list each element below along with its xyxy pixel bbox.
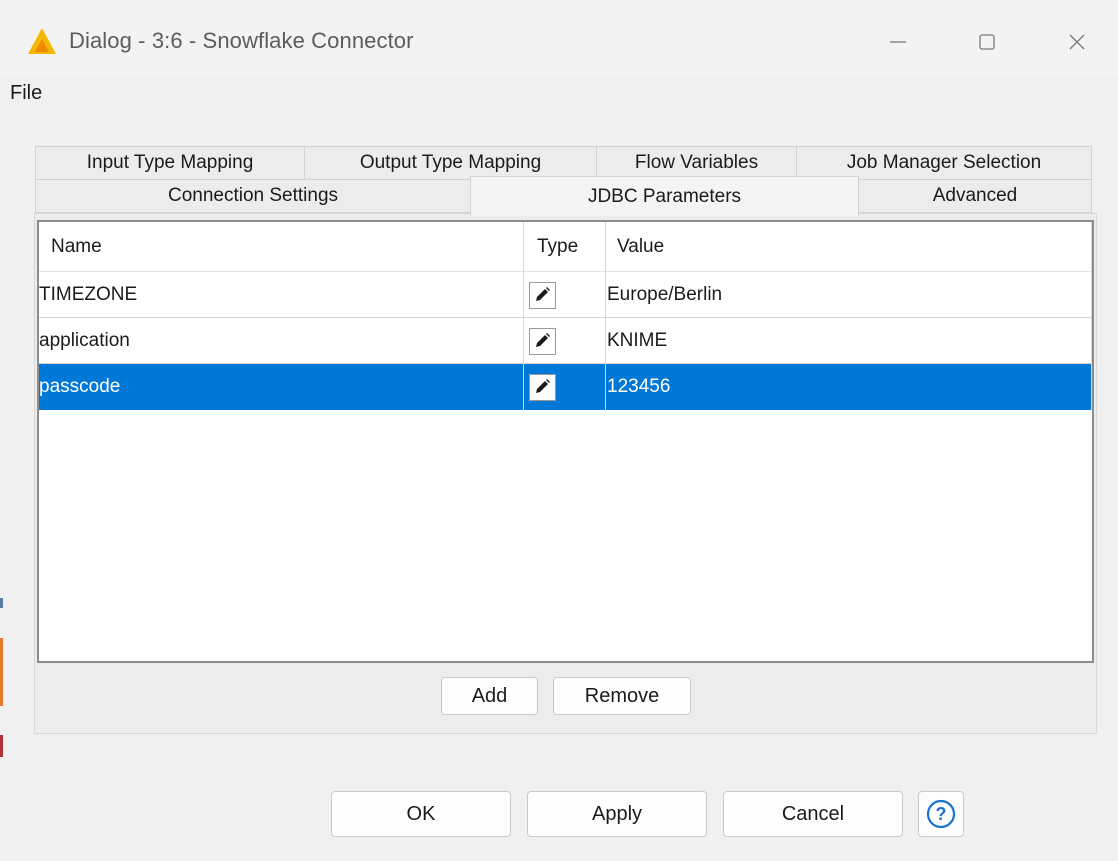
cell-name[interactable]: passcode [39,364,120,410]
close-button[interactable] [1052,20,1102,64]
cell-value[interactable]: 123456 [607,364,670,410]
help-button[interactable]: ? [918,791,964,837]
menu-bar: File [0,78,1118,108]
ok-button[interactable]: OK [331,791,511,837]
pencil-icon[interactable] [528,327,556,355]
minimize-icon [890,41,906,43]
cell-name[interactable]: TIMEZONE [39,272,137,318]
tab-output-type-mapping[interactable]: Output Type Mapping [304,146,597,180]
window-title: Dialog - 3:6 - Snowflake Connector [69,28,414,53]
maximize-button[interactable] [962,20,1012,64]
pencil-icon[interactable] [528,373,556,401]
edge-decoration [0,638,3,706]
minimize-button[interactable] [873,20,923,64]
tab-advanced[interactable]: Advanced [858,179,1092,213]
cell-type[interactable] [526,318,558,364]
apply-button[interactable]: Apply [527,791,707,837]
menu-file[interactable]: File [10,82,42,105]
help-question-icon: ? [926,799,956,829]
close-icon [1069,34,1085,50]
edge-decoration [0,735,3,757]
cancel-button[interactable]: Cancel [723,791,903,837]
tab-job-manager-selection[interactable]: Job Manager Selection [796,146,1092,180]
table-row[interactable]: application KNIME [39,318,1092,364]
column-divider[interactable] [605,222,606,411]
column-divider [1091,222,1092,411]
pencil-icon[interactable] [528,281,556,309]
table-row-selected[interactable]: passcode 123456 [39,364,1092,410]
tab-flow-variables[interactable]: Flow Variables [596,146,797,180]
add-button[interactable]: Add [441,677,538,715]
cell-value[interactable]: KNIME [607,318,667,364]
column-divider[interactable] [523,222,524,411]
table-header: Name Type Value [39,222,1092,272]
cell-name[interactable]: application [39,318,130,364]
edge-decoration [0,598,3,608]
maximize-icon [979,34,995,50]
title-bar: Dialog - 3:6 - Snowflake Connector [0,0,1118,82]
tab-connection-settings[interactable]: Connection Settings [35,179,471,213]
column-header-value[interactable]: Value [617,222,664,272]
cell-type[interactable] [526,364,558,410]
tab-input-type-mapping[interactable]: Input Type Mapping [35,146,305,180]
jdbc-parameters-table[interactable]: Name Type Value TIMEZONE Europe/Berlin a… [37,220,1094,663]
cell-value[interactable]: Europe/Berlin [607,272,722,318]
svg-text:?: ? [936,804,947,824]
remove-button[interactable]: Remove [553,677,691,715]
column-header-name[interactable]: Name [51,222,102,272]
column-header-type[interactable]: Type [537,222,578,272]
cell-type[interactable] [526,272,558,318]
tab-jdbc-parameters[interactable]: JDBC Parameters [470,176,859,216]
knime-warning-triangle-icon [28,28,56,54]
table-row[interactable]: TIMEZONE Europe/Berlin [39,272,1092,318]
